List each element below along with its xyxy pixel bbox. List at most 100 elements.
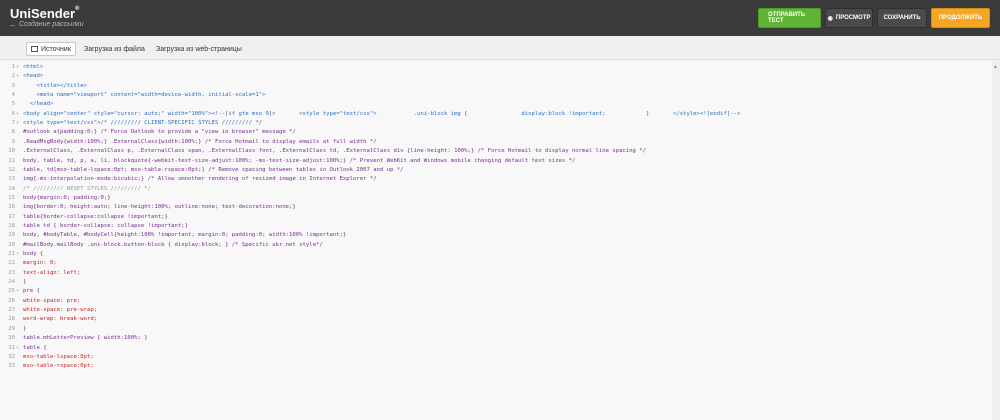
code-line[interactable]: 19 body, #bodyTable, #bodyCell{height:100… <box>0 231 1000 240</box>
line-number: 33 <box>8 363 15 370</box>
code-text: word-wrap: break-word; <box>23 316 98 323</box>
code-text: <style type="text/css">/* ///////// CLIE… <box>23 120 263 127</box>
code-line[interactable]: 9 .ReadMsgBody{width:100%;} .ExternalClas… <box>0 138 1000 147</box>
code-line[interactable]: 18 table td { border-collapse: collapse !… <box>0 222 1000 231</box>
code-icon <box>31 46 38 52</box>
code-line[interactable]: 21 ▾ body { <box>0 250 1000 259</box>
line-number: 4 <box>11 92 15 99</box>
action-buttons: ОТПРАВИТЬ ТЕСТ ◉ ПРОСМОТР СОХРАНИТЬ ПРОД… <box>758 8 990 28</box>
code-text: <head> <box>23 73 44 80</box>
code-line[interactable]: 10 .ExternalClass, .ExternalClass p, .Ext… <box>0 147 1000 156</box>
code-text: #outlook a{padding:0;} /* Force Outlook … <box>23 129 296 136</box>
tab-upload-webpage[interactable]: Загрузка из web-страницы <box>156 42 242 56</box>
fold-toggle-icon[interactable]: ▾ <box>16 287 19 296</box>
line-number: 10 <box>8 148 15 155</box>
logo[interactable]: UniSender® <box>10 6 79 21</box>
tab-upload-file[interactable]: Загрузка из файла <box>84 42 145 56</box>
code-text: body, table, td, p, a, li, blockquote{-w… <box>23 157 576 164</box>
line-number: 20 <box>8 241 15 248</box>
code-line[interactable]: 27 white-space: pre-wrap; <box>0 306 1000 315</box>
code-line[interactable]: 28 word-wrap: break-word; <box>0 315 1000 324</box>
back-link[interactable]: ← Создание рассылки <box>9 20 83 29</box>
line-number: 15 <box>8 194 15 201</box>
code-text: <title></title> <box>23 82 87 89</box>
fold-toggle-icon[interactable]: ▾ <box>16 119 19 128</box>
code-line[interactable]: 23 text-align: left; <box>0 269 1000 278</box>
code-line[interactable]: 30 table.mhLetterPreview { width:100%; } <box>0 334 1000 343</box>
preview-button[interactable]: ◉ ПРОСМОТР <box>825 8 873 28</box>
fold-toggle-icon[interactable]: ▾ <box>16 344 19 353</box>
send-test-button[interactable]: ОТПРАВИТЬ ТЕСТ <box>758 8 821 28</box>
line-number: 7 <box>11 120 15 127</box>
code-line[interactable]: 24} <box>0 278 1000 287</box>
line-number: 17 <box>8 213 15 220</box>
code-line[interactable]: 31 ▾ table { <box>0 344 1000 353</box>
line-number: 1 <box>11 64 15 70</box>
code-line[interactable]: 26 white-space: pre; <box>0 297 1000 306</box>
code-line[interactable]: 22 margin: 0; <box>0 259 1000 268</box>
code-line[interactable]: 1 ▾ <html> <box>0 63 1000 72</box>
code-editor[interactable]: 1 ▾ <html> 2 ▾ <head> 3 <title></title> 4 <meta… <box>0 61 1000 420</box>
fold-toggle-icon[interactable]: ▾ <box>16 72 19 81</box>
line-number: 24 <box>8 279 15 286</box>
code-line[interactable]: 17 table{border-collapse:collapse !import… <box>0 213 1000 222</box>
fold-toggle-icon[interactable]: ▾ <box>16 110 19 119</box>
line-number: 9 <box>11 138 15 145</box>
back-label: Создание рассылки <box>19 21 84 28</box>
code-line[interactable]: 15 body{margin:0; padding:0;} <box>0 194 1000 203</box>
code-text: body, #bodyTable, #bodyCell{height:100% … <box>23 232 347 239</box>
code-text: #mailBody.mailBody .uni-block.button-blo… <box>23 241 323 248</box>
code-text: </head> <box>23 101 54 108</box>
line-number: 12 <box>8 166 15 173</box>
code-line[interactable]: 16 img{border:0; height:auto; line-height… <box>0 203 1000 212</box>
code-line[interactable]: 13 img{-ms-interpolation-mode:bicubic;} /… <box>0 175 1000 184</box>
code-line[interactable]: 25 ▾ pre { <box>0 287 1000 296</box>
continue-button[interactable]: ПРОДОЛЖИТЬ <box>931 8 990 28</box>
fold-toggle-icon[interactable]: ▾ <box>16 63 19 72</box>
source-tabs: Источник Загрузка из файла Загрузка из w… <box>0 36 1000 60</box>
code-line[interactable]: 6 ▾ <body align="center" style="cursor: au… <box>0 110 1000 119</box>
top-bar: UniSender® ← Создание рассылки ОТПРАВИТЬ… <box>0 0 1000 36</box>
eye-icon: ◉ <box>827 15 833 22</box>
code-text: img{-ms-interpolation-mode:bicubic;} /* … <box>23 176 377 183</box>
code-line[interactable]: 7 ▾ <style type="text/css">/* ///////// CL… <box>0 119 1000 128</box>
editor-scrollbar[interactable] <box>992 61 1000 420</box>
code-line[interactable]: 20 #mailBody.mailBody .uni-block.button-b… <box>0 241 1000 250</box>
code-text: table{border-collapse:collapse !importan… <box>23 213 168 220</box>
scroll-up-icon[interactable]: ▲ <box>993 64 998 70</box>
line-number: 23 <box>8 269 15 276</box>
line-number: 16 <box>8 204 15 211</box>
line-number: 32 <box>8 353 15 360</box>
line-number: 8 <box>11 129 15 136</box>
fold-toggle-icon[interactable]: ▾ <box>16 250 19 259</box>
code-text: <html> <box>23 64 44 70</box>
code-text: table.mhLetterPreview { width:100%; } <box>23 335 148 342</box>
code-line[interactable]: 32 mso-table-lspace:0pt; <box>0 353 1000 362</box>
code-text: text-align: left; <box>23 269 81 276</box>
code-line[interactable]: 8 #outlook a{padding:0;} /* Force Outlook… <box>0 128 1000 137</box>
code-line[interactable]: 12 table, td{mso-table-lspace:0pt; mso-ta… <box>0 166 1000 175</box>
code-text: pre { <box>23 288 40 295</box>
code-line[interactable]: 3 <title></title> <box>0 82 1000 91</box>
code-line[interactable]: 33 mso-table-rspace:0pt; <box>0 362 1000 371</box>
line-number: 18 <box>8 222 15 229</box>
code-line[interactable]: 4 <meta name="viewport" content="width=d… <box>0 91 1000 100</box>
code-text: white-space: pre; <box>23 297 81 304</box>
line-number: 14 <box>8 185 15 192</box>
code-text: img{border:0; height:auto; line-height:1… <box>23 204 296 211</box>
line-number: 2 <box>11 73 15 80</box>
code-line[interactable]: 5 </head> <box>0 100 1000 109</box>
line-number: 22 <box>8 260 15 267</box>
code-text: /* ///////// RESET STYLES ///////// */ <box>23 185 151 192</box>
code-text: } <box>23 279 27 286</box>
line-number: 19 <box>8 232 15 239</box>
code-line[interactable]: 2 ▾ <head> <box>0 72 1000 81</box>
line-number: 21 <box>8 251 15 257</box>
code-line[interactable]: 14 /* ///////// RESET STYLES ///////// */ <box>0 185 1000 194</box>
save-button[interactable]: СОХРАНИТЬ <box>877 8 927 28</box>
tab-source[interactable]: Источник <box>26 42 76 56</box>
code-line[interactable]: 29} <box>0 325 1000 334</box>
line-number: 31 <box>8 344 15 351</box>
code-text: } <box>23 325 27 332</box>
code-line[interactable]: 11 body, table, td, p, a, li, blockquote{… <box>0 157 1000 166</box>
